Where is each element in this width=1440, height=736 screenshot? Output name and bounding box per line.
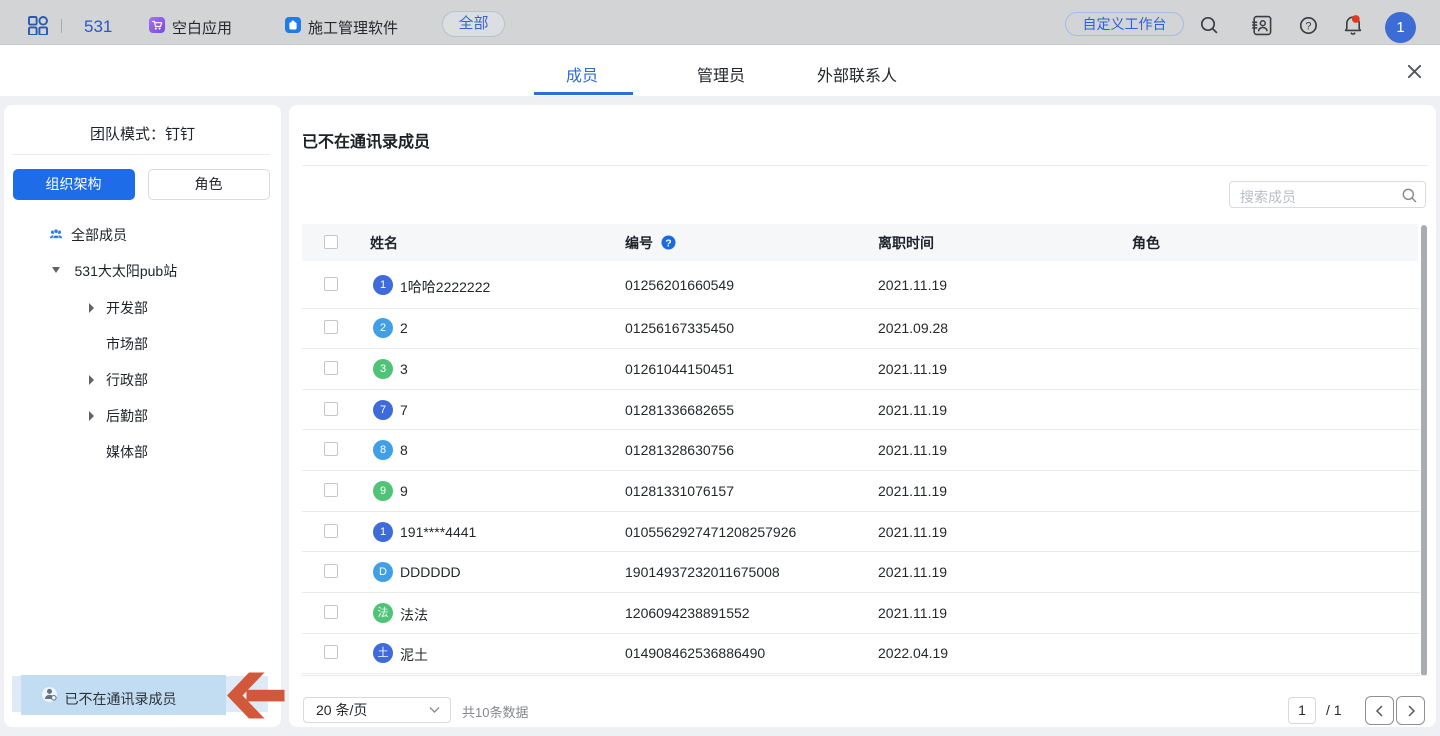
svg-text:?: ?: [1305, 20, 1311, 32]
svg-text:?: ?: [665, 237, 671, 249]
